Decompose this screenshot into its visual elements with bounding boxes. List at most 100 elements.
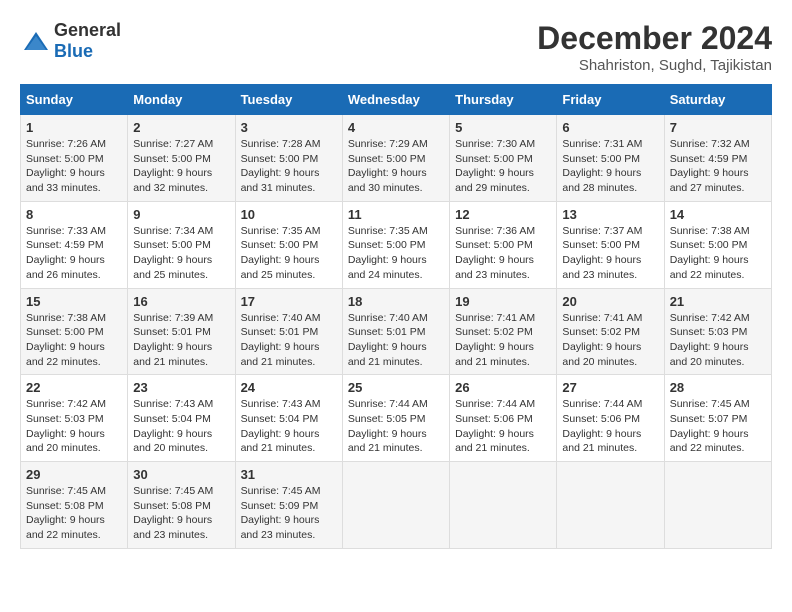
col-thursday: Thursday bbox=[450, 85, 557, 115]
calendar-cell: 22 Sunrise: 7:42 AM Sunset: 5:03 PM Dayl… bbox=[21, 375, 128, 462]
day-number: 22 bbox=[26, 380, 122, 395]
day-info: Sunrise: 7:45 AM Sunset: 5:08 PM Dayligh… bbox=[26, 484, 122, 543]
day-number: 5 bbox=[455, 120, 551, 135]
day-number: 6 bbox=[562, 120, 658, 135]
day-number: 20 bbox=[562, 294, 658, 309]
calendar-cell: 25 Sunrise: 7:44 AM Sunset: 5:05 PM Dayl… bbox=[342, 375, 449, 462]
col-saturday: Saturday bbox=[664, 85, 771, 115]
day-info: Sunrise: 7:44 AM Sunset: 5:06 PM Dayligh… bbox=[455, 397, 551, 456]
day-number: 27 bbox=[562, 380, 658, 395]
col-sunday: Sunday bbox=[21, 85, 128, 115]
col-wednesday: Wednesday bbox=[342, 85, 449, 115]
day-number: 7 bbox=[670, 120, 766, 135]
calendar-cell: 18 Sunrise: 7:40 AM Sunset: 5:01 PM Dayl… bbox=[342, 288, 449, 375]
calendar-cell: 11 Sunrise: 7:35 AM Sunset: 5:00 PM Dayl… bbox=[342, 201, 449, 288]
day-number: 10 bbox=[241, 207, 337, 222]
day-info: Sunrise: 7:33 AM Sunset: 4:59 PM Dayligh… bbox=[26, 224, 122, 283]
day-info: Sunrise: 7:30 AM Sunset: 5:00 PM Dayligh… bbox=[455, 137, 551, 196]
day-info: Sunrise: 7:38 AM Sunset: 5:00 PM Dayligh… bbox=[670, 224, 766, 283]
calendar-cell: 5 Sunrise: 7:30 AM Sunset: 5:00 PM Dayli… bbox=[450, 115, 557, 202]
day-info: Sunrise: 7:35 AM Sunset: 5:00 PM Dayligh… bbox=[348, 224, 444, 283]
day-info: Sunrise: 7:44 AM Sunset: 5:06 PM Dayligh… bbox=[562, 397, 658, 456]
calendar-cell: 23 Sunrise: 7:43 AM Sunset: 5:04 PM Dayl… bbox=[128, 375, 235, 462]
day-info: Sunrise: 7:40 AM Sunset: 5:01 PM Dayligh… bbox=[241, 311, 337, 370]
calendar-cell: 27 Sunrise: 7:44 AM Sunset: 5:06 PM Dayl… bbox=[557, 375, 664, 462]
day-info: Sunrise: 7:35 AM Sunset: 5:00 PM Dayligh… bbox=[241, 224, 337, 283]
day-number: 24 bbox=[241, 380, 337, 395]
title-block: December 2024 Shahriston, Sughd, Tajikis… bbox=[537, 20, 772, 74]
calendar-cell: 1 Sunrise: 7:26 AM Sunset: 5:00 PM Dayli… bbox=[21, 115, 128, 202]
logo-blue: Blue bbox=[54, 41, 93, 61]
day-number: 15 bbox=[26, 294, 122, 309]
calendar-cell bbox=[664, 462, 771, 549]
day-info: Sunrise: 7:39 AM Sunset: 5:01 PM Dayligh… bbox=[133, 311, 229, 370]
day-number: 3 bbox=[241, 120, 337, 135]
calendar-cell: 19 Sunrise: 7:41 AM Sunset: 5:02 PM Dayl… bbox=[450, 288, 557, 375]
day-info: Sunrise: 7:29 AM Sunset: 5:00 PM Dayligh… bbox=[348, 137, 444, 196]
day-number: 12 bbox=[455, 207, 551, 222]
day-number: 25 bbox=[348, 380, 444, 395]
calendar-week-2: 8 Sunrise: 7:33 AM Sunset: 4:59 PM Dayli… bbox=[21, 201, 772, 288]
calendar-week-5: 29 Sunrise: 7:45 AM Sunset: 5:08 PM Dayl… bbox=[21, 462, 772, 549]
day-info: Sunrise: 7:41 AM Sunset: 5:02 PM Dayligh… bbox=[455, 311, 551, 370]
logo: General Blue bbox=[20, 20, 121, 62]
day-info: Sunrise: 7:42 AM Sunset: 5:03 PM Dayligh… bbox=[670, 311, 766, 370]
calendar-cell: 9 Sunrise: 7:34 AM Sunset: 5:00 PM Dayli… bbox=[128, 201, 235, 288]
day-number: 13 bbox=[562, 207, 658, 222]
day-info: Sunrise: 7:34 AM Sunset: 5:00 PM Dayligh… bbox=[133, 224, 229, 283]
day-info: Sunrise: 7:27 AM Sunset: 5:00 PM Dayligh… bbox=[133, 137, 229, 196]
day-info: Sunrise: 7:28 AM Sunset: 5:00 PM Dayligh… bbox=[241, 137, 337, 196]
day-number: 26 bbox=[455, 380, 551, 395]
day-info: Sunrise: 7:45 AM Sunset: 5:08 PM Dayligh… bbox=[133, 484, 229, 543]
header-row: Sunday Monday Tuesday Wednesday Thursday… bbox=[21, 85, 772, 115]
calendar-cell bbox=[450, 462, 557, 549]
day-info: Sunrise: 7:45 AM Sunset: 5:09 PM Dayligh… bbox=[241, 484, 337, 543]
day-number: 2 bbox=[133, 120, 229, 135]
calendar-cell: 2 Sunrise: 7:27 AM Sunset: 5:00 PM Dayli… bbox=[128, 115, 235, 202]
day-info: Sunrise: 7:38 AM Sunset: 5:00 PM Dayligh… bbox=[26, 311, 122, 370]
day-info: Sunrise: 7:44 AM Sunset: 5:05 PM Dayligh… bbox=[348, 397, 444, 456]
day-info: Sunrise: 7:36 AM Sunset: 5:00 PM Dayligh… bbox=[455, 224, 551, 283]
calendar-week-3: 15 Sunrise: 7:38 AM Sunset: 5:00 PM Dayl… bbox=[21, 288, 772, 375]
day-number: 4 bbox=[348, 120, 444, 135]
calendar-cell: 8 Sunrise: 7:33 AM Sunset: 4:59 PM Dayli… bbox=[21, 201, 128, 288]
day-info: Sunrise: 7:26 AM Sunset: 5:00 PM Dayligh… bbox=[26, 137, 122, 196]
day-number: 11 bbox=[348, 207, 444, 222]
calendar-cell: 13 Sunrise: 7:37 AM Sunset: 5:00 PM Dayl… bbox=[557, 201, 664, 288]
calendar-cell: 14 Sunrise: 7:38 AM Sunset: 5:00 PM Dayl… bbox=[664, 201, 771, 288]
day-number: 31 bbox=[241, 467, 337, 482]
calendar-cell: 6 Sunrise: 7:31 AM Sunset: 5:00 PM Dayli… bbox=[557, 115, 664, 202]
day-info: Sunrise: 7:32 AM Sunset: 4:59 PM Dayligh… bbox=[670, 137, 766, 196]
calendar-cell: 17 Sunrise: 7:40 AM Sunset: 5:01 PM Dayl… bbox=[235, 288, 342, 375]
calendar-cell: 4 Sunrise: 7:29 AM Sunset: 5:00 PM Dayli… bbox=[342, 115, 449, 202]
logo-icon bbox=[22, 30, 50, 52]
day-info: Sunrise: 7:40 AM Sunset: 5:01 PM Dayligh… bbox=[348, 311, 444, 370]
col-monday: Monday bbox=[128, 85, 235, 115]
calendar-cell: 3 Sunrise: 7:28 AM Sunset: 5:00 PM Dayli… bbox=[235, 115, 342, 202]
calendar-subtitle: Shahriston, Sughd, Tajikistan bbox=[537, 57, 772, 74]
calendar-cell: 30 Sunrise: 7:45 AM Sunset: 5:08 PM Dayl… bbox=[128, 462, 235, 549]
day-number: 19 bbox=[455, 294, 551, 309]
day-info: Sunrise: 7:43 AM Sunset: 5:04 PM Dayligh… bbox=[241, 397, 337, 456]
day-number: 21 bbox=[670, 294, 766, 309]
day-number: 17 bbox=[241, 294, 337, 309]
day-info: Sunrise: 7:43 AM Sunset: 5:04 PM Dayligh… bbox=[133, 397, 229, 456]
calendar-week-1: 1 Sunrise: 7:26 AM Sunset: 5:00 PM Dayli… bbox=[21, 115, 772, 202]
calendar-cell: 16 Sunrise: 7:39 AM Sunset: 5:01 PM Dayl… bbox=[128, 288, 235, 375]
calendar-title: December 2024 bbox=[537, 20, 772, 57]
calendar-cell: 28 Sunrise: 7:45 AM Sunset: 5:07 PM Dayl… bbox=[664, 375, 771, 462]
day-info: Sunrise: 7:45 AM Sunset: 5:07 PM Dayligh… bbox=[670, 397, 766, 456]
calendar-cell: 10 Sunrise: 7:35 AM Sunset: 5:00 PM Dayl… bbox=[235, 201, 342, 288]
calendar-cell: 26 Sunrise: 7:44 AM Sunset: 5:06 PM Dayl… bbox=[450, 375, 557, 462]
day-number: 30 bbox=[133, 467, 229, 482]
day-info: Sunrise: 7:31 AM Sunset: 5:00 PM Dayligh… bbox=[562, 137, 658, 196]
calendar-week-4: 22 Sunrise: 7:42 AM Sunset: 5:03 PM Dayl… bbox=[21, 375, 772, 462]
calendar-cell bbox=[342, 462, 449, 549]
calendar-cell: 15 Sunrise: 7:38 AM Sunset: 5:00 PM Dayl… bbox=[21, 288, 128, 375]
day-info: Sunrise: 7:37 AM Sunset: 5:00 PM Dayligh… bbox=[562, 224, 658, 283]
col-friday: Friday bbox=[557, 85, 664, 115]
day-info: Sunrise: 7:41 AM Sunset: 5:02 PM Dayligh… bbox=[562, 311, 658, 370]
calendar-cell: 31 Sunrise: 7:45 AM Sunset: 5:09 PM Dayl… bbox=[235, 462, 342, 549]
day-number: 18 bbox=[348, 294, 444, 309]
day-number: 14 bbox=[670, 207, 766, 222]
